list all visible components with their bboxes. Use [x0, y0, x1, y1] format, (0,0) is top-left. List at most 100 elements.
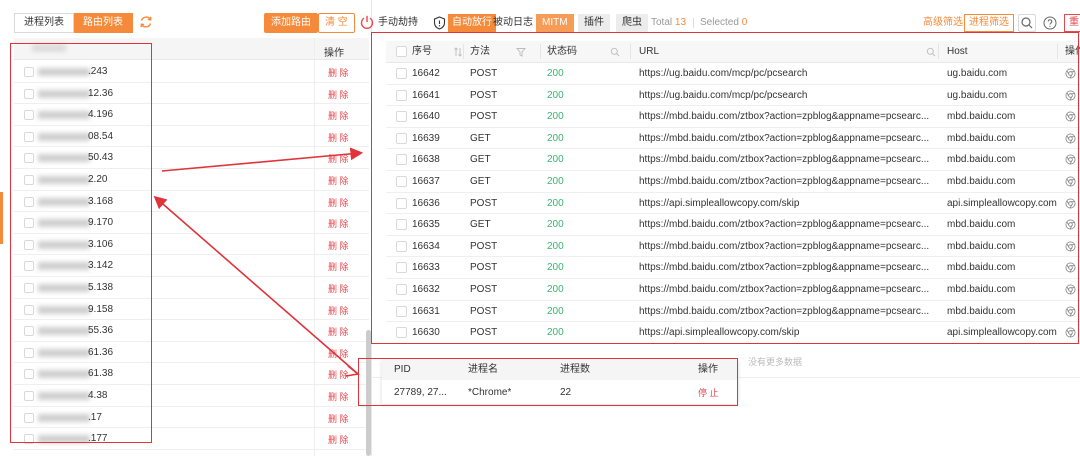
select-all-checkbox[interactable]	[396, 41, 407, 62]
route-row[interactable]: 4.196 删 除	[14, 104, 369, 126]
advanced-filter-link[interactable]: 高级筛选	[923, 13, 963, 33]
row-checkbox[interactable]	[396, 171, 407, 192]
route-row[interactable]: 5.138 删 除	[14, 277, 369, 299]
delete-button[interactable]: 删 除	[328, 152, 349, 165]
delete-button[interactable]: 删 除	[328, 412, 349, 425]
delete-button[interactable]: 删 除	[328, 390, 349, 403]
route-row[interactable]: .177 删 除	[14, 428, 369, 450]
row-checkbox[interactable]	[396, 301, 407, 322]
chrome-icon[interactable]	[1065, 241, 1076, 252]
refresh-icon[interactable]	[138, 14, 154, 30]
row-checkbox[interactable]	[24, 174, 34, 185]
row-checkbox[interactable]	[396, 106, 407, 127]
row-checkbox[interactable]	[24, 347, 34, 358]
row-checkbox[interactable]	[24, 304, 34, 315]
request-row[interactable]: 16634 POST 200 https://mbd.baidu.com/ztbox?…	[386, 236, 1080, 258]
request-row[interactable]: 16641 POST 200 https://ug.baidu.com/mcp/pc/…	[386, 85, 1080, 107]
request-row[interactable]: 16632 POST 200 https://mbd.baidu.com/ztbox?…	[386, 279, 1080, 301]
row-checkbox[interactable]	[396, 85, 407, 106]
row-checkbox[interactable]	[24, 369, 34, 380]
help-icon[interactable]	[1043, 16, 1057, 30]
row-checkbox[interactable]	[24, 196, 34, 207]
row-checkbox[interactable]	[24, 412, 34, 423]
route-row[interactable]: 9.170 删 除	[14, 212, 369, 234]
delete-button[interactable]: 删 除	[328, 347, 349, 360]
search-icon[interactable]	[610, 47, 620, 57]
delete-button[interactable]: 删 除	[328, 325, 349, 338]
route-row[interactable]: 55.36 删 除	[14, 320, 369, 342]
row-checkbox[interactable]	[24, 282, 34, 293]
row-checkbox[interactable]	[396, 214, 407, 235]
reset-button[interactable]: 重	[1064, 14, 1080, 32]
plugin-button[interactable]: 插件	[578, 14, 610, 32]
passive-log-button[interactable]: 被动日志	[493, 13, 533, 33]
delete-button[interactable]: 删 除	[328, 260, 349, 273]
chrome-icon[interactable]	[1065, 90, 1076, 101]
delete-button[interactable]: 删 除	[328, 131, 349, 144]
search-icon[interactable]	[926, 47, 936, 57]
request-row[interactable]: 16633 POST 200 https://mbd.baidu.com/ztbox?…	[386, 257, 1080, 279]
delete-button[interactable]: 删 除	[328, 282, 349, 295]
row-checkbox[interactable]	[24, 110, 34, 121]
chrome-icon[interactable]	[1065, 306, 1076, 317]
row-checkbox[interactable]	[396, 322, 407, 343]
auto-release-button[interactable]: 自动放行	[448, 14, 496, 32]
scrollbar[interactable]	[366, 330, 371, 456]
clear-button[interactable]: 清 空	[318, 13, 355, 33]
delete-button[interactable]: 删 除	[328, 196, 349, 209]
row-checkbox[interactable]	[396, 236, 407, 257]
delete-button[interactable]: 删 除	[328, 239, 349, 252]
delete-button[interactable]: 删 除	[328, 368, 349, 381]
chrome-icon[interactable]	[1065, 198, 1076, 209]
row-checkbox[interactable]	[24, 390, 34, 401]
delete-button[interactable]: 删 除	[328, 304, 349, 317]
row-checkbox[interactable]	[396, 257, 407, 278]
route-row[interactable]: 2.20 删 除	[14, 169, 369, 191]
route-row[interactable]: 08.54 删 除	[14, 126, 369, 148]
request-row[interactable]: 16640 POST 200 https://mbd.baidu.com/ztbox?…	[386, 106, 1080, 128]
request-row[interactable]: 16642 POST 200 https://ug.baidu.com/mcp/pc/…	[386, 63, 1080, 85]
chrome-icon[interactable]	[1065, 262, 1076, 273]
tab-process-list[interactable]: 进程列表	[14, 13, 74, 33]
search-button[interactable]	[1018, 14, 1036, 32]
request-row[interactable]: 16635 GET 200 https://mbd.baidu.com/ztbox?a…	[386, 214, 1080, 236]
route-row[interactable]: .17 删 除	[14, 407, 369, 429]
route-row[interactable]: 9.158 删 除	[14, 299, 369, 321]
request-row[interactable]: 16637 GET 200 https://mbd.baidu.com/ztbox?a…	[386, 171, 1080, 193]
chrome-icon[interactable]	[1065, 219, 1076, 230]
delete-button[interactable]: 删 除	[328, 66, 349, 79]
delete-button[interactable]: 删 除	[328, 109, 349, 122]
mitm-button[interactable]: MITM	[536, 14, 574, 32]
request-row[interactable]: 16636 POST 200 https://api.simpleallowcopy.…	[386, 193, 1080, 215]
delete-button[interactable]: 删 除	[328, 88, 349, 101]
tab-route-list[interactable]: 路由列表	[74, 13, 133, 33]
delete-button[interactable]: 删 除	[328, 174, 349, 187]
row-checkbox[interactable]	[396, 149, 407, 170]
row-checkbox[interactable]	[24, 153, 34, 164]
row-checkbox[interactable]	[396, 279, 407, 300]
row-checkbox[interactable]	[24, 131, 34, 142]
chrome-icon[interactable]	[1065, 327, 1076, 338]
chrome-icon[interactable]	[1065, 68, 1076, 79]
row-checkbox[interactable]	[396, 193, 407, 214]
request-row[interactable]: 16638 GET 200 https://mbd.baidu.com/ztbox?a…	[386, 149, 1080, 171]
delete-button[interactable]: 删 除	[328, 217, 349, 230]
route-row[interactable]: 61.38 删 除	[14, 363, 369, 385]
row-checkbox[interactable]	[24, 218, 34, 229]
row-checkbox[interactable]	[24, 239, 34, 250]
row-checkbox[interactable]	[24, 88, 34, 99]
power-icon[interactable]	[359, 14, 375, 30]
route-row[interactable]: 50.43 删 除	[14, 147, 369, 169]
route-row[interactable]: 4.38 删 除	[14, 385, 369, 407]
chrome-icon[interactable]	[1065, 284, 1076, 295]
route-row[interactable]: 3.142 删 除	[14, 255, 369, 277]
sort-icon[interactable]	[453, 47, 463, 57]
process-filter-button[interactable]: 进程筛选	[964, 14, 1014, 32]
row-checkbox[interactable]	[24, 67, 34, 77]
row-checkbox[interactable]	[396, 63, 407, 84]
chrome-icon[interactable]	[1065, 154, 1076, 165]
chrome-icon[interactable]	[1065, 176, 1076, 187]
route-row[interactable]: 12.36 删 除	[14, 83, 369, 105]
request-row[interactable]: 16631 POST 200 https://mbd.baidu.com/ztbox?…	[386, 301, 1080, 323]
route-row[interactable]: 3.106 删 除	[14, 234, 369, 256]
